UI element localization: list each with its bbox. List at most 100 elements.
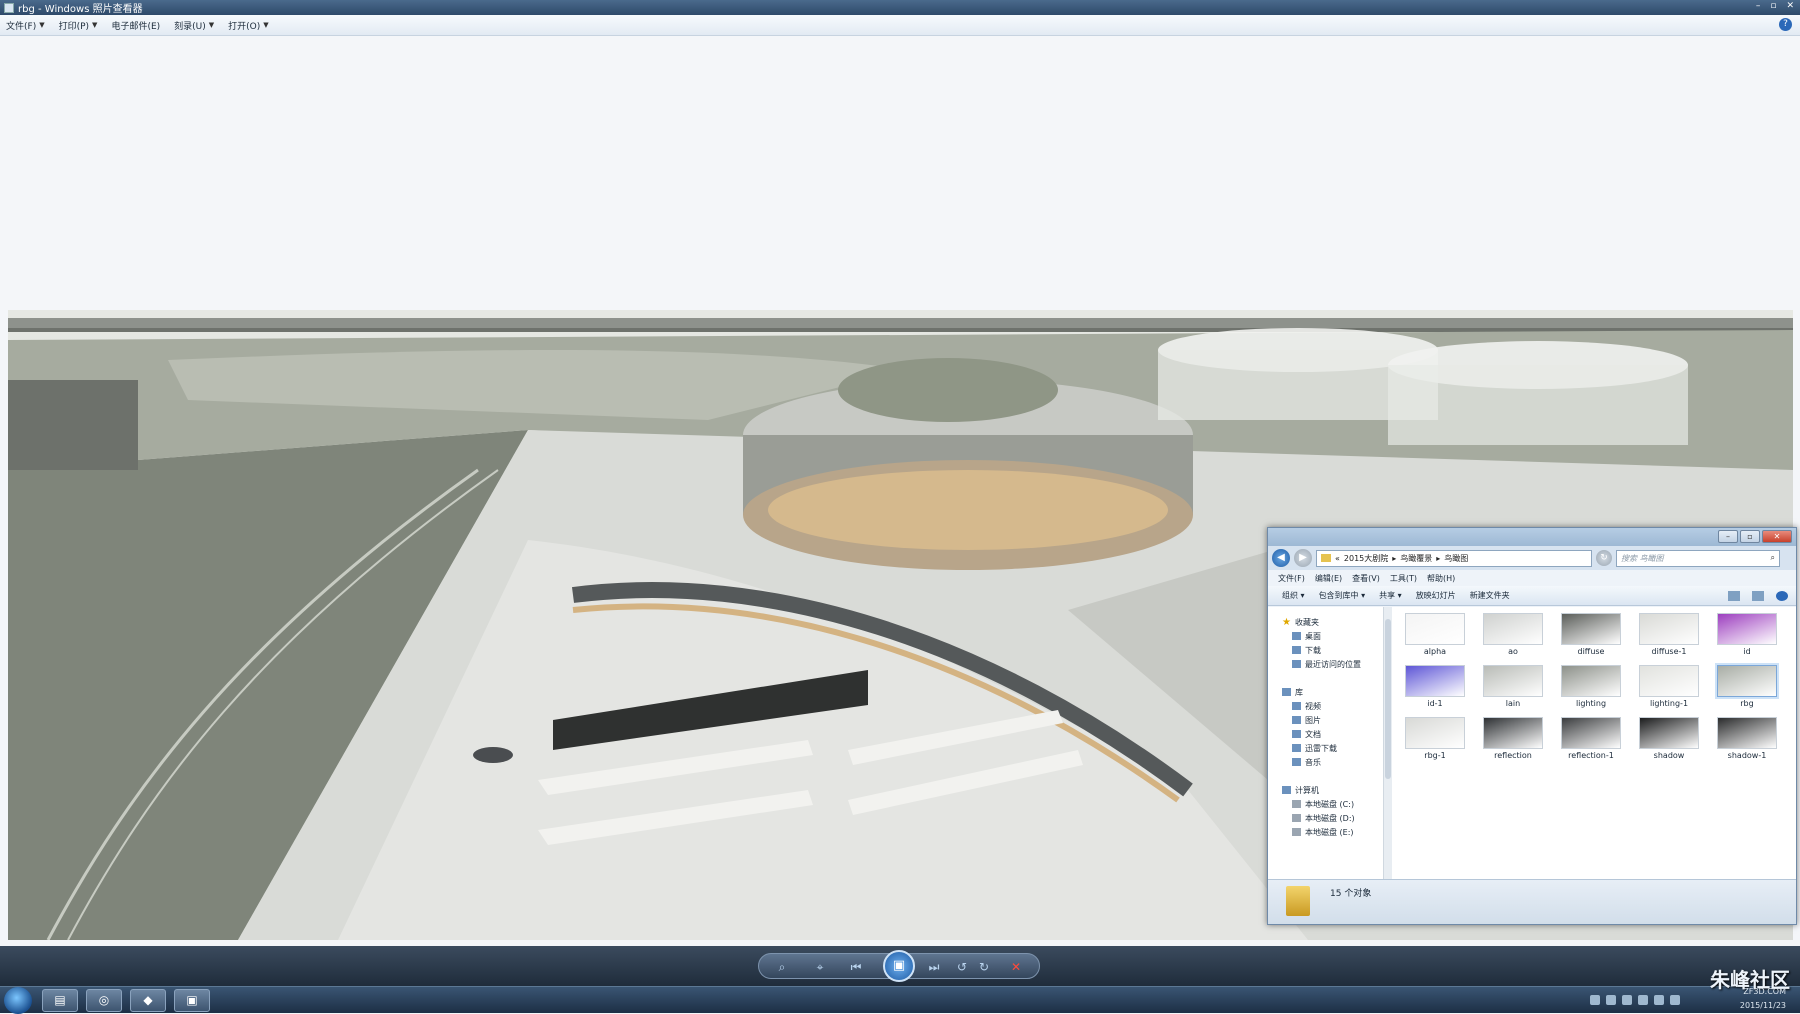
scrollbar-thumb[interactable] <box>1385 619 1391 779</box>
menu-burn[interactable]: 刻录(U) ▼ <box>174 19 214 32</box>
file-thumbnail[interactable]: reflection <box>1480 717 1546 763</box>
maximize-button[interactable]: ▫ <box>1770 1 1776 11</box>
nav-libraries[interactable]: 库 <box>1268 685 1383 699</box>
file-thumbnail[interactable]: reflection-1 <box>1558 717 1624 763</box>
nav-favorites[interactable]: ★ 收藏夹 <box>1268 615 1383 629</box>
video-icon <box>1292 702 1301 710</box>
organize-button[interactable]: 组织 ▾ <box>1282 590 1305 601</box>
file-thumbnail[interactable]: rbg <box>1714 665 1780 711</box>
file-thumbnail[interactable]: shadow <box>1636 717 1702 763</box>
nav-scrollbar[interactable] <box>1383 607 1392 879</box>
explorer-minimize-button[interactable]: – <box>1718 530 1738 543</box>
nav-item-pictures[interactable]: 图片 <box>1268 713 1383 727</box>
file-thumbnail[interactable]: lighting-1 <box>1636 665 1702 711</box>
delete-icon[interactable]: ✕ <box>1007 958 1025 976</box>
view-options-icon[interactable] <box>1728 590 1740 601</box>
nav-drive-c[interactable]: 本地磁盘 (C:) <box>1268 797 1383 811</box>
new-folder-button[interactable]: 新建文件夹 <box>1470 590 1510 601</box>
nav-item-music[interactable]: 音乐 <box>1268 755 1383 769</box>
close-button[interactable]: ✕ <box>1786 1 1794 11</box>
tray-icon[interactable] <box>1606 995 1616 1005</box>
zoom-icon[interactable]: ⌕ <box>773 958 791 976</box>
menu-file[interactable]: 文件(F) ▼ <box>6 19 45 32</box>
forward-arrow-icon[interactable]: ▶ <box>1294 549 1312 567</box>
explorer-address-row: ◀ ▶ « 2015大剧院 ▸ 鸟瞰覆景 ▸ 鸟瞰图 ↻ 搜索 鸟瞰图 ⌕ <box>1268 546 1796 570</box>
refresh-icon[interactable]: ↻ <box>1596 550 1612 566</box>
previous-icon[interactable]: ⏮ <box>847 958 865 976</box>
file-thumbnail[interactable]: diffuse-1 <box>1636 613 1702 659</box>
volume-icon[interactable] <box>1638 995 1648 1005</box>
share-button[interactable]: 共享 ▾ <box>1379 590 1402 601</box>
nav-drive-d[interactable]: 本地磁盘 (D:) <box>1268 811 1383 825</box>
menu-burn-label: 刻录(U) <box>174 21 206 32</box>
explorer-menu-view[interactable]: 查看(V) <box>1352 573 1380 584</box>
preview-pane-icon[interactable] <box>1752 590 1764 601</box>
nav-item-label: 桌面 <box>1305 631 1321 641</box>
sketchup-taskbar-icon[interactable]: ◆ <box>130 989 166 1012</box>
file-thumbnail[interactable]: id-1 <box>1402 665 1468 711</box>
tray-icon[interactable] <box>1590 995 1600 1005</box>
browser-taskbar-icon[interactable]: ◎ <box>86 989 122 1012</box>
menu-open[interactable]: 打开(O) ▼ <box>228 19 269 32</box>
file-thumbnail[interactable]: lighting <box>1558 665 1624 711</box>
menu-print[interactable]: 打印(P) ▼ <box>59 19 98 32</box>
rotate-cw-icon[interactable]: ↻ <box>975 958 993 976</box>
rotate-ccw-icon[interactable]: ↺ <box>953 958 971 976</box>
nav-item-downloads[interactable]: 下载 <box>1268 643 1383 657</box>
nav-item-documents[interactable]: 文档 <box>1268 727 1383 741</box>
file-thumbnail[interactable]: id <box>1714 613 1780 659</box>
include-in-library-button[interactable]: 包含到库中 ▾ <box>1319 590 1366 601</box>
explorer-menu-edit[interactable]: 编辑(E) <box>1315 573 1342 584</box>
nav-drive-e[interactable]: 本地磁盘 (E:) <box>1268 825 1383 839</box>
photo-viewer-taskbar-icon[interactable]: ▣ <box>174 989 210 1012</box>
tray-icon[interactable] <box>1670 995 1680 1005</box>
image-thumbnail-icon <box>1405 613 1465 645</box>
file-thumbnail[interactable]: ao <box>1480 613 1546 659</box>
title-bar: rbg - Windows 照片查看器 – ▫ ✕ <box>0 0 1800 15</box>
file-thumbnail[interactable]: rbg-1 <box>1402 717 1468 763</box>
breadcrumb-separator-icon[interactable]: ▸ <box>1392 554 1396 563</box>
actual-size-icon[interactable]: ⌖ <box>811 958 829 976</box>
slideshow-button[interactable]: 放映幻灯片 <box>1416 590 1456 601</box>
nav-item-recent[interactable]: 最近访问的位置 <box>1268 657 1383 671</box>
start-button[interactable] <box>4 987 32 1014</box>
help-icon[interactable] <box>1776 590 1788 601</box>
file-name: reflection-1 <box>1568 751 1614 760</box>
download-folder-icon <box>1292 744 1301 752</box>
tray-icon[interactable] <box>1622 995 1632 1005</box>
next-icon[interactable]: ⏭ <box>925 958 943 976</box>
help-icon[interactable]: ? <box>1779 18 1792 31</box>
breadcrumb-item[interactable]: 鸟瞰图 <box>1444 553 1468 564</box>
image-thumbnail-icon <box>1639 665 1699 697</box>
file-thumbnail[interactable]: shadow-1 <box>1714 717 1780 763</box>
nav-item-label: 音乐 <box>1305 757 1321 767</box>
explorer-menu-tools[interactable]: 工具(T) <box>1390 573 1417 584</box>
file-thumbnail[interactable]: alpha <box>1402 613 1468 659</box>
breadcrumb-item[interactable]: 鸟瞰覆景 <box>1400 553 1432 564</box>
explorer-close-button[interactable]: ✕ <box>1762 530 1792 543</box>
nav-computer[interactable]: 计算机 <box>1268 783 1383 797</box>
file-thumbnail[interactable]: lain <box>1480 665 1546 711</box>
file-thumbnail[interactable]: diffuse <box>1558 613 1624 659</box>
explorer-menu-help[interactable]: 帮助(H) <box>1427 573 1455 584</box>
network-icon[interactable] <box>1654 995 1664 1005</box>
explorer-menu-file[interactable]: 文件(F) <box>1278 573 1305 584</box>
explorer-maximize-button[interactable]: ▫ <box>1740 530 1760 543</box>
search-icon[interactable]: ⌕ <box>1771 553 1775 563</box>
search-input[interactable]: 搜索 鸟瞰图 ⌕ <box>1616 549 1780 567</box>
file-name: lain <box>1505 699 1521 708</box>
image-thumbnail-icon <box>1405 717 1465 749</box>
explorer-window-controls: – ▫ ✕ <box>1718 530 1792 543</box>
back-arrow-icon[interactable]: ◀ <box>1272 549 1290 567</box>
menu-email[interactable]: 电子邮件(E) <box>111 19 160 32</box>
minimize-button[interactable]: – <box>1756 1 1761 11</box>
slideshow-play-button[interactable]: ▣ <box>883 950 915 982</box>
nav-item-xunlei[interactable]: 迅雷下载 <box>1268 741 1383 755</box>
breadcrumb-item[interactable]: 2015大剧院 <box>1344 553 1388 564</box>
explorer-taskbar-icon[interactable]: ▤ <box>42 989 78 1012</box>
breadcrumb-separator-icon[interactable]: ▸ <box>1436 554 1440 563</box>
nav-item-videos[interactable]: 视频 <box>1268 699 1383 713</box>
image-thumbnail-icon <box>1483 665 1543 697</box>
address-bar[interactable]: « 2015大剧院 ▸ 鸟瞰覆景 ▸ 鸟瞰图 <box>1316 549 1592 567</box>
nav-item-desktop[interactable]: 桌面 <box>1268 629 1383 643</box>
